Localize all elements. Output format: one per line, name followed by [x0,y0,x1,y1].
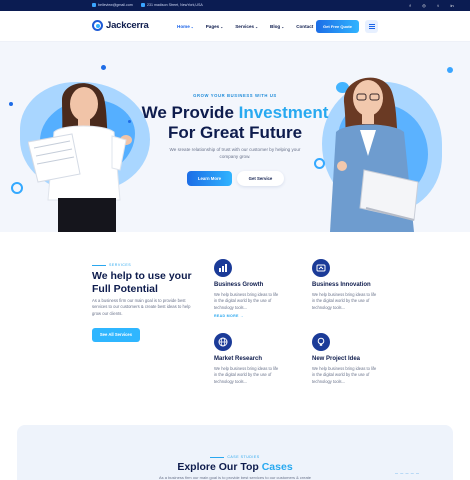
email-text: belleview@gmail.com [98,3,133,7]
hamburger-menu-button[interactable] [365,20,378,33]
decorative-dash [395,473,419,474]
service-card-market-research[interactable]: Market Research We help business bring i… [214,333,294,385]
hero-title-line2: For Great Future [167,123,303,142]
service-card-new-project-idea[interactable]: New Project Idea We help business bring … [312,333,392,385]
globe-icon [214,333,232,351]
decorative-ring [314,158,325,169]
email-contact[interactable]: belleview@gmail.com [92,3,133,7]
logo-icon [92,20,103,31]
site-header: Jackcerra Home⌄ Pages⌄ Services⌄ Blog⌄ C… [0,11,470,42]
chevron-down-icon: ⌄ [190,25,194,29]
decorative-dot [101,65,106,70]
services-eyebrow: SERVICES [92,263,132,267]
card-title: Market Research [214,356,263,362]
eyebrow-line [210,456,225,458]
card-title: Business Innovation [312,282,371,288]
card-description: We help business bring ideas to life in … [214,292,279,310]
eyebrow-line [92,264,106,266]
get-service-button[interactable]: Get Service [237,171,284,186]
decorative-dot [447,67,453,73]
hero-title-highlight: Investment [238,103,329,122]
cases-eyebrow: CASE STUDIES [210,455,260,459]
learn-more-button[interactable]: Learn More [187,171,232,186]
hero-section: GROW YOUR BUSINESS WITH US We Provide In… [0,42,470,232]
chart-icon [214,259,232,277]
mail-icon [92,3,96,7]
card-title: Business Growth [214,282,264,288]
chevron-down-icon: ⌄ [220,25,224,29]
nav-item-blog[interactable]: Blog⌄ [270,24,284,29]
card-description: We help business bring ideas to life in … [312,292,377,310]
get-free-quote-button[interactable]: Get Free Quote [316,20,359,33]
nav-item-pages[interactable]: Pages⌄ [206,24,223,29]
nav-item-contact[interactable]: Contact [296,24,313,29]
twitter-icon[interactable]: t [434,3,442,8]
card-title: New Project Idea [312,356,361,362]
service-card-business-innovation[interactable]: Business Innovation We help business bri… [312,259,392,311]
decorative-ring [11,182,23,194]
see-all-services-button[interactable]: See All Services [92,328,140,342]
address-text: 231 madison Street, NewYork,USA [147,3,203,7]
instagram-icon[interactable]: ◎ [420,3,428,8]
nav-item-home[interactable]: Home⌄ [177,24,194,29]
hero-subtitle: We sreate relationship of trust with our… [169,147,301,159]
chevron-down-icon: ⌄ [281,25,285,29]
location-pin-icon [141,3,145,7]
card-description: We help business bring ideas to life in … [312,366,377,384]
menu-line [368,26,375,27]
social-links: f ◎ t in [406,3,456,8]
top-bar: belleview@gmail.com 231 madison Street, … [0,0,470,11]
nav-item-services[interactable]: Services⌄ [235,24,258,29]
facebook-icon[interactable]: f [406,3,414,8]
menu-line [368,24,375,25]
innovation-icon [312,259,330,277]
chevron-down-icon: ⌄ [255,25,259,29]
main-nav: Home⌄ Pages⌄ Services⌄ Blog⌄ Contact [177,24,313,29]
services-description: As a business firm our main goal is to p… [92,298,191,316]
brand-name: Jackcerra [106,20,149,31]
menu-line [368,28,375,29]
service-card-business-growth[interactable]: Business Growth We help business bring i… [214,259,294,318]
linkedin-icon[interactable]: in [448,3,456,8]
hero-title-line1: We Provide Investment [141,103,329,122]
businesswoman-laptop-image [330,77,419,232]
cases-title-highlight: Cases [261,461,293,473]
idea-icon [312,333,330,351]
cases-title: Explore Our Top Cases [177,461,293,473]
read-more-link[interactable]: READ MORE → [214,314,294,318]
address-contact: 231 madison Street, NewYork,USA [141,3,203,7]
services-title: We help to use your Full Potential [92,270,192,295]
cases-description: As a business firm our main goal is to p… [158,475,312,480]
brand-logo[interactable]: Jackcerra [92,20,149,31]
hero-eyebrow: GROW YOUR BUSINESS WITH US [193,93,277,98]
card-description: We help business bring ideas to life in … [214,366,279,384]
